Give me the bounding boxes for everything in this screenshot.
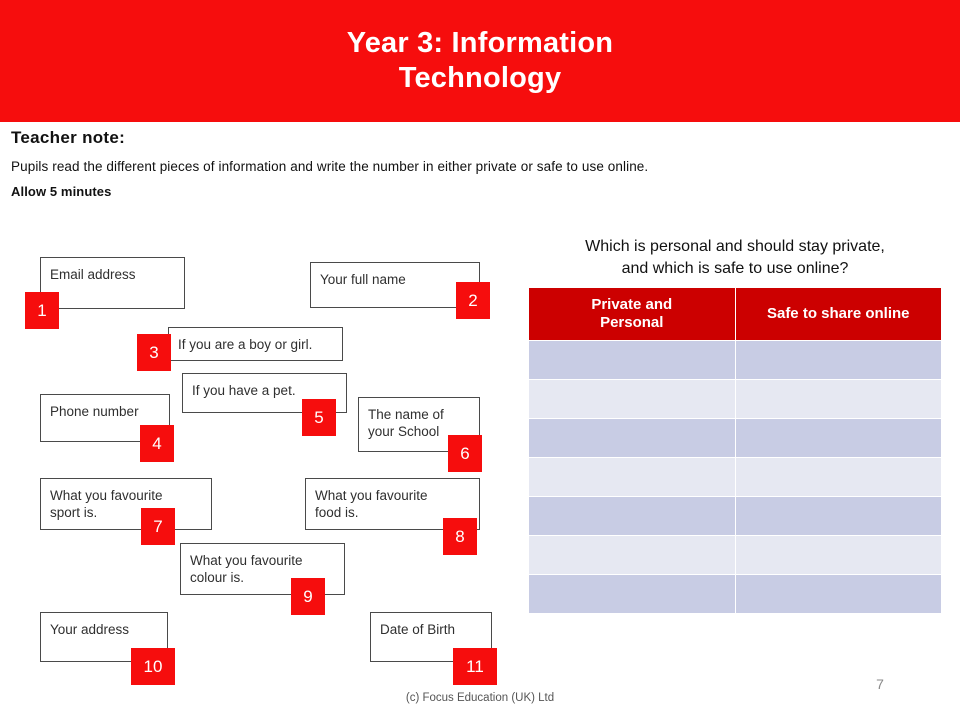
question-prompt: Which is personal and should stay privat… — [528, 236, 942, 280]
table-row[interactable] — [528, 418, 942, 458]
info-box-9-label-line1: What you favourite — [190, 553, 303, 568]
number-badge-4-value: 4 — [152, 433, 162, 453]
table-cell-private[interactable] — [528, 340, 736, 380]
number-badge-6: 6 — [448, 435, 482, 472]
info-box-2: Your full name — [310, 262, 480, 308]
info-box-8-label-line2: food is. — [315, 505, 359, 521]
information-items-diagram: Email address 1 Your full name 2 If you … — [0, 240, 520, 690]
number-badge-9-value: 9 — [303, 586, 313, 606]
number-badge-4: 4 — [140, 425, 174, 462]
info-box-7-label-line1: What you favourite — [50, 488, 163, 503]
question-prompt-line2: and which is safe to use online? — [621, 259, 849, 277]
page-number: 7 — [876, 676, 884, 692]
table-header-private-personal-line2: Personal — [600, 314, 664, 331]
slide-header-banner: Year 3: Information Technology — [0, 0, 960, 122]
info-box-5-label: If you have a pet. — [192, 383, 296, 398]
info-box-10-label: Your address — [50, 622, 130, 637]
teacher-note-heading: Teacher note: — [11, 128, 126, 147]
table-cell-safe[interactable] — [734, 457, 942, 497]
table-header-row: Private and Personal Safe to share onlin… — [528, 287, 942, 341]
number-badge-3: 3 — [137, 334, 171, 371]
info-box-9-label-line2: colour is. — [190, 570, 245, 586]
number-badge-6-value: 6 — [460, 443, 470, 463]
info-box-2-label: Your full name — [320, 272, 406, 287]
table-row[interactable] — [528, 496, 942, 536]
number-badge-9: 9 — [291, 578, 325, 615]
number-badge-2-value: 2 — [468, 290, 478, 310]
copyright-notice: (c) Focus Education (UK) Ltd — [405, 692, 555, 704]
number-badge-8: 8 — [443, 518, 477, 555]
info-box-3-label: If you are a boy or girl. — [178, 337, 313, 352]
page-title-line1: Year 3: Information — [346, 26, 614, 59]
page-title: Year 3: Information Technology — [347, 26, 613, 97]
page-title-line2: Technology — [398, 62, 562, 94]
teacher-note-allow-time: Allow 5 minutes — [11, 184, 112, 199]
info-box-6-label-line1: The name of — [368, 407, 444, 422]
number-badge-7-value: 7 — [153, 516, 163, 536]
info-box-4-label: Phone number — [50, 404, 139, 419]
table-row[interactable] — [528, 574, 942, 614]
table-cell-safe[interactable] — [734, 574, 942, 614]
number-badge-2: 2 — [456, 282, 490, 319]
table-header-private-personal-line1: Private and — [591, 296, 673, 313]
table-cell-safe[interactable] — [734, 418, 942, 458]
info-box-11-label: Date of Birth — [380, 622, 456, 637]
number-badge-1-value: 1 — [37, 300, 47, 320]
table-row[interactable] — [528, 457, 942, 497]
table-cell-safe[interactable] — [734, 496, 942, 536]
table-cell-private[interactable] — [528, 418, 736, 458]
info-box-7: What you favourite sport is. — [40, 478, 212, 530]
table-cell-safe[interactable] — [734, 535, 942, 575]
table-row[interactable] — [528, 535, 942, 575]
table-cell-safe[interactable] — [734, 379, 942, 419]
info-box-6-label-line2: your School — [368, 424, 440, 440]
table-header-safe-to-share: Safe to share online — [734, 287, 942, 341]
table-cell-private[interactable] — [528, 457, 736, 497]
info-box-1-label: Email address — [50, 267, 136, 282]
info-box-8-label-line1: What you favourite — [315, 488, 428, 503]
slide: Year 3: Information Technology Teacher n… — [0, 0, 960, 720]
info-box-3: If you are a boy or girl. — [168, 327, 343, 361]
table-header-private-personal: Private and Personal — [528, 287, 736, 341]
table-cell-private[interactable] — [528, 379, 736, 419]
number-badge-11-value: 11 — [466, 656, 484, 676]
number-badge-8-value: 8 — [455, 526, 465, 546]
question-prompt-line1: Which is personal and should stay privat… — [585, 238, 885, 255]
info-box-1: Email address — [40, 257, 185, 309]
table-cell-safe[interactable] — [734, 340, 942, 380]
number-badge-1: 1 — [25, 292, 59, 329]
info-box-7-label-line2: sport is. — [50, 505, 98, 521]
number-badge-10-value: 10 — [143, 656, 163, 676]
answer-table: Private and Personal Safe to share onlin… — [528, 287, 942, 614]
table-row[interactable] — [528, 379, 942, 419]
number-badge-5-value: 5 — [314, 407, 324, 427]
table-cell-private[interactable] — [528, 535, 736, 575]
number-badge-7: 7 — [141, 508, 175, 545]
number-badge-5: 5 — [302, 399, 336, 436]
teacher-note-block: Teacher note: Pupils read the different … — [11, 128, 941, 199]
table-cell-private[interactable] — [528, 574, 736, 614]
table-row[interactable] — [528, 340, 942, 380]
number-badge-3-value: 3 — [149, 342, 159, 362]
number-badge-10: 10 — [131, 648, 175, 685]
table-cell-private[interactable] — [528, 496, 736, 536]
teacher-note-body: Pupils read the different pieces of info… — [11, 159, 649, 174]
number-badge-11: 11 — [453, 648, 497, 685]
